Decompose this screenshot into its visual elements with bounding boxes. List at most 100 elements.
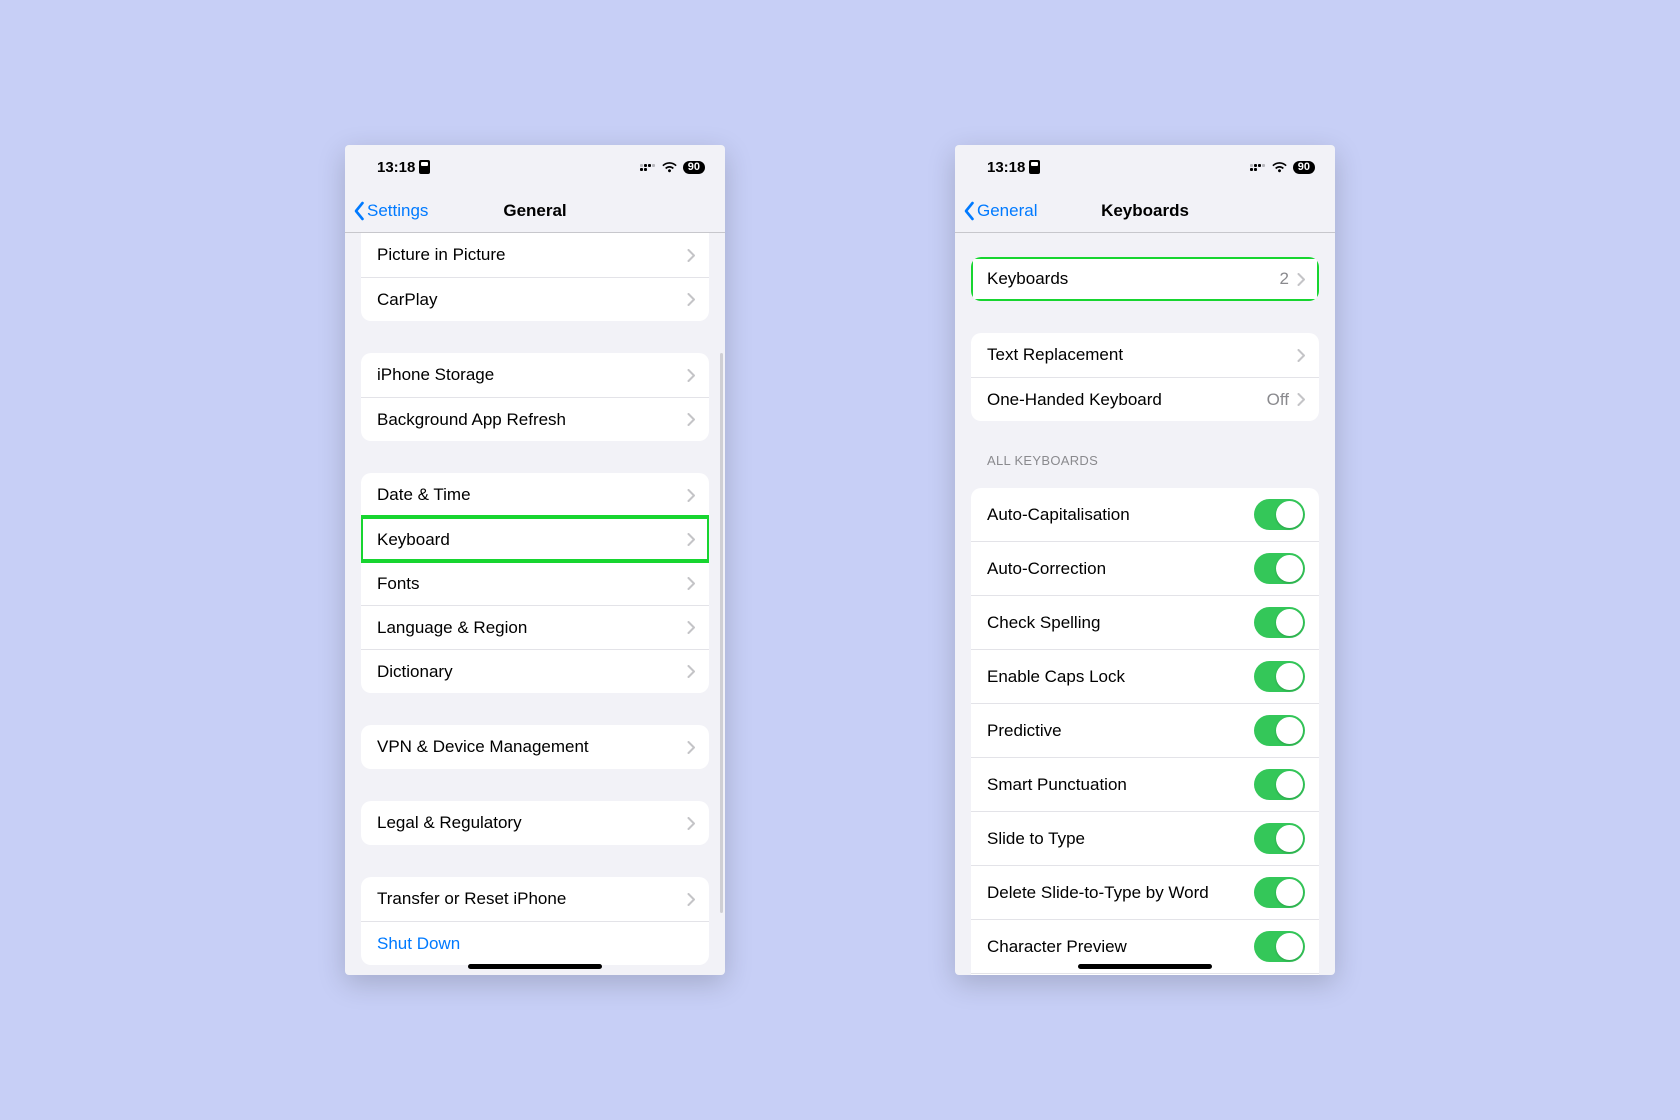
row-label: iPhone Storage bbox=[377, 365, 687, 385]
settings-group: Date & Time Keyboard Fonts Language & Regio… bbox=[361, 473, 709, 693]
row-label: Shut Down bbox=[377, 934, 695, 954]
row-label: Fonts bbox=[377, 574, 687, 594]
toggle-switch[interactable] bbox=[1254, 607, 1305, 638]
chevron-right-icon bbox=[687, 293, 695, 306]
row-picture-in-picture[interactable]: Picture in Picture bbox=[361, 233, 709, 277]
chevron-right-icon bbox=[687, 817, 695, 830]
row-auto-capitalisation[interactable]: Auto-Capitalisation bbox=[971, 488, 1319, 541]
status-time: 13:18 bbox=[377, 159, 415, 176]
row-label: Dictionary bbox=[377, 662, 687, 682]
row-label: Predictive bbox=[987, 721, 1254, 741]
row-label: Picture in Picture bbox=[377, 245, 687, 265]
phone-keyboards: 13:18 90 General Keyboards Keyboards2 Tex… bbox=[955, 145, 1335, 975]
phone-general: 13:18 90 Settings General Picture in Pic… bbox=[345, 145, 725, 975]
row-check-spelling[interactable]: Check Spelling bbox=[971, 595, 1319, 649]
wifi-icon bbox=[1271, 161, 1288, 173]
settings-group: Picture in Picture CarPlay bbox=[361, 233, 709, 321]
row-background-app-refresh[interactable]: Background App Refresh bbox=[361, 397, 709, 441]
row-transfer-or-reset-iphone[interactable]: Transfer or Reset iPhone bbox=[361, 877, 709, 921]
row-auto-correction[interactable]: Auto-Correction bbox=[971, 541, 1319, 595]
row-detail: Off bbox=[1267, 390, 1289, 410]
nav-bar: General Keyboards bbox=[955, 189, 1335, 233]
row-label: Transfer or Reset iPhone bbox=[377, 889, 687, 909]
nav-bar: Settings General bbox=[345, 189, 725, 233]
chevron-right-icon bbox=[687, 249, 695, 262]
settings-group: Legal & Regulatory bbox=[361, 801, 709, 845]
settings-group: VPN & Device Management bbox=[361, 725, 709, 769]
row-label: CarPlay bbox=[377, 290, 687, 310]
row-fonts[interactable]: Fonts bbox=[361, 561, 709, 605]
row-one-handed-keyboard[interactable]: One-Handed KeyboardOff bbox=[971, 377, 1319, 421]
settings-group: iPhone Storage Background App Refresh bbox=[361, 353, 709, 441]
row-text-replacement[interactable]: Text Replacement bbox=[971, 333, 1319, 377]
section-header-all-keyboards: ALL KEYBOARDS bbox=[987, 453, 1303, 468]
chevron-right-icon bbox=[687, 577, 695, 590]
row-iphone-storage[interactable]: iPhone Storage bbox=[361, 353, 709, 397]
row-dictionary[interactable]: Dictionary bbox=[361, 649, 709, 693]
row-label: Smart Punctuation bbox=[987, 775, 1254, 795]
toggle-switch[interactable] bbox=[1254, 877, 1305, 908]
row-keyboards[interactable]: Keyboards2 bbox=[971, 257, 1319, 301]
row-keyboard[interactable]: Keyboard bbox=[361, 517, 709, 561]
status-time: 13:18 bbox=[987, 159, 1025, 176]
scrollbar-icon bbox=[720, 353, 723, 913]
toggle-switch[interactable] bbox=[1254, 715, 1305, 746]
row-date-time[interactable]: Date & Time bbox=[361, 473, 709, 517]
toggle-switch[interactable] bbox=[1254, 931, 1305, 962]
row-label: Date & Time bbox=[377, 485, 687, 505]
row-label: Legal & Regulatory bbox=[377, 813, 687, 833]
chevron-right-icon bbox=[687, 893, 695, 906]
row-shut-down[interactable]: Shut Down bbox=[361, 921, 709, 965]
row-label: Background App Refresh bbox=[377, 410, 687, 430]
chevron-right-icon bbox=[687, 665, 695, 678]
toggle-switch[interactable] bbox=[1254, 769, 1305, 800]
keyboards-group: Keyboards2 bbox=[971, 257, 1319, 301]
cellular-dots-icon bbox=[640, 164, 656, 171]
chevron-right-icon bbox=[687, 533, 695, 546]
row-label: Text Replacement bbox=[987, 345, 1297, 365]
row-delete-slide-to-type-by-word[interactable]: Delete Slide-to-Type by Word bbox=[971, 865, 1319, 919]
row-vpn-device-management[interactable]: VPN & Device Management bbox=[361, 725, 709, 769]
cellular-dots-icon bbox=[1250, 164, 1266, 171]
sim-card-icon bbox=[419, 160, 430, 174]
row-predictive[interactable]: Predictive bbox=[971, 703, 1319, 757]
row-slide-to-type[interactable]: Slide to Type bbox=[971, 811, 1319, 865]
status-bar: 13:18 90 bbox=[345, 145, 725, 189]
toggles-group: Auto-Capitalisation Auto-Correction Check … bbox=[971, 488, 1319, 975]
row-label: Auto-Capitalisation bbox=[987, 505, 1254, 525]
row-label: Keyboards bbox=[987, 269, 1280, 289]
settings-group: Transfer or Reset iPhone Shut Down bbox=[361, 877, 709, 965]
row-label: Keyboard bbox=[377, 530, 687, 550]
chevron-right-icon bbox=[687, 741, 695, 754]
back-button[interactable]: General bbox=[955, 201, 1037, 221]
home-indicator[interactable] bbox=[1078, 964, 1212, 969]
row-language-region[interactable]: Language & Region bbox=[361, 605, 709, 649]
back-label: General bbox=[977, 201, 1037, 221]
back-button[interactable]: Settings bbox=[345, 201, 428, 221]
chevron-right-icon bbox=[687, 621, 695, 634]
row-label: Character Preview bbox=[987, 937, 1254, 957]
row-label: One-Handed Keyboard bbox=[987, 390, 1267, 410]
scroll-area[interactable]: Picture in Picture CarPlay iPhone Storage B… bbox=[345, 233, 725, 975]
chevron-right-icon bbox=[1297, 393, 1305, 406]
row-label: Check Spelling bbox=[987, 613, 1254, 633]
row-label: Slide to Type bbox=[987, 829, 1254, 849]
home-indicator[interactable] bbox=[468, 964, 602, 969]
row-enable-caps-lock[interactable]: Enable Caps Lock bbox=[971, 649, 1319, 703]
row-carplay[interactable]: CarPlay bbox=[361, 277, 709, 321]
row-legal-regulatory[interactable]: Legal & Regulatory bbox=[361, 801, 709, 845]
row-label: Auto-Correction bbox=[987, 559, 1254, 579]
toggle-switch[interactable] bbox=[1254, 823, 1305, 854]
sim-card-icon bbox=[1029, 160, 1040, 174]
scroll-area[interactable]: Keyboards2 Text Replacement One-Handed Key… bbox=[955, 233, 1335, 975]
chevron-right-icon bbox=[1297, 273, 1305, 286]
toggle-switch[interactable] bbox=[1254, 661, 1305, 692]
row-smart-punctuation[interactable]: Smart Punctuation bbox=[971, 757, 1319, 811]
battery-indicator: 90 bbox=[1293, 161, 1315, 174]
toggle-switch[interactable] bbox=[1254, 499, 1305, 530]
toggle-switch[interactable] bbox=[1254, 553, 1305, 584]
row--shortcut[interactable]: "." Shortcut bbox=[971, 973, 1319, 975]
chevron-right-icon bbox=[687, 489, 695, 502]
row-label: Language & Region bbox=[377, 618, 687, 638]
chevron-right-icon bbox=[687, 369, 695, 382]
